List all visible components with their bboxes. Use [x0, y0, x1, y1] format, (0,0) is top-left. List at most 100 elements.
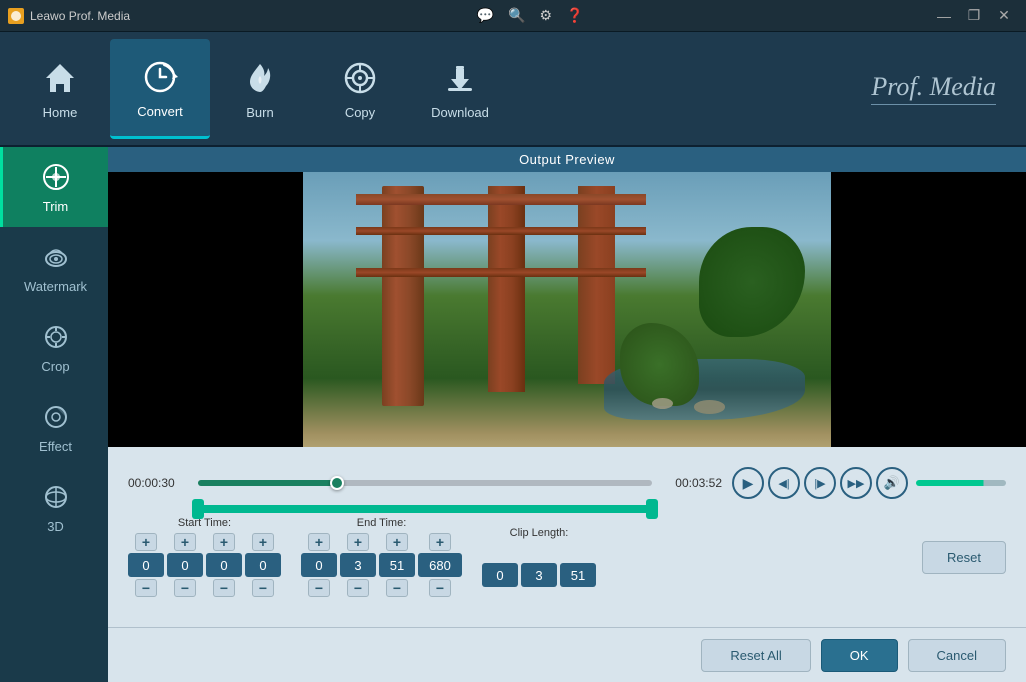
beam-low [356, 268, 646, 276]
start-dec-0[interactable]: − [135, 579, 157, 597]
timeline-progress [198, 480, 334, 486]
end-inc-0[interactable]: + [308, 533, 330, 551]
start-dec-2[interactable]: − [213, 579, 235, 597]
end-dec-2[interactable]: − [386, 579, 408, 597]
cancel-button[interactable]: Cancel [908, 639, 1006, 672]
sidebar-item-3d[interactable]: 3D [0, 467, 108, 547]
home-icon [39, 57, 81, 99]
sidebar-trim-label: Trim [43, 199, 69, 214]
sidebar-item-watermark[interactable]: Watermark [0, 227, 108, 307]
end-dec-3[interactable]: − [429, 579, 451, 597]
start-field-1: + − [167, 533, 203, 597]
end-time-label: End Time: [357, 517, 407, 529]
end-inc-1[interactable]: + [347, 533, 369, 551]
sidebar-crop-label: Crop [41, 359, 69, 374]
start-inc-1[interactable]: + [174, 533, 196, 551]
start-time-group: Start Time: + − + − + [128, 517, 281, 597]
title-bar-icons: 💬 🔍 ⚙ ❓ [477, 7, 584, 24]
effect-icon [40, 401, 72, 433]
reset-button[interactable]: Reset [922, 541, 1006, 574]
end-field-3: + − [418, 533, 462, 597]
toolbar-burn[interactable]: Burn [210, 39, 310, 139]
start-inc-3[interactable]: + [252, 533, 274, 551]
end-input-3[interactable] [418, 553, 462, 577]
toolbar-download[interactable]: Download [410, 39, 510, 139]
end-inc-2[interactable]: + [386, 533, 408, 551]
clip-input-0[interactable] [482, 563, 518, 587]
clip-input-2[interactable] [560, 563, 596, 587]
timeline-thumb[interactable] [330, 476, 344, 490]
sidebar: Trim Watermark [0, 147, 108, 682]
sidebar-item-trim[interactable]: Trim [0, 147, 108, 227]
help-icon[interactable]: ❓ [566, 7, 583, 24]
toolbar-home[interactable]: Home [10, 39, 110, 139]
next-frame-button[interactable]: ▶▶ [840, 467, 872, 499]
black-bar-left [108, 172, 303, 447]
start-time-label: Start Time: [178, 517, 231, 529]
app-title: Leawo Prof. Media [30, 9, 130, 23]
end-time-group: End Time: + − + − + [301, 517, 462, 597]
end-inc-3[interactable]: + [429, 533, 451, 551]
end-dec-1[interactable]: − [347, 579, 369, 597]
start-frame-button[interactable]: ◀| [768, 467, 800, 499]
timeline-row: 00:00:30 00:03:52 ▶ [128, 457, 1006, 509]
ok-button[interactable]: OK [821, 639, 898, 672]
clip-length-group: Clip Length: [482, 527, 596, 587]
search-icon[interactable]: 🔍 [508, 7, 525, 24]
reset-all-button[interactable]: Reset All [701, 639, 810, 672]
convert-icon [139, 56, 181, 98]
start-inc-0[interactable]: + [135, 533, 157, 551]
end-time-fields: + − + − + − [301, 533, 462, 597]
copy-icon [339, 57, 381, 99]
burn-icon [239, 57, 281, 99]
end-input-0[interactable] [301, 553, 337, 577]
video-content [303, 172, 831, 447]
end-field-0: + − [301, 533, 337, 597]
timeline-bg [198, 480, 652, 486]
brand-logo: Prof. Media [871, 72, 1016, 105]
start-input-1[interactable] [167, 553, 203, 577]
volume-button[interactable]: 🔊 [876, 467, 908, 499]
settings-icon[interactable]: ⚙ [539, 7, 552, 24]
app-icon [8, 8, 24, 24]
start-dec-3[interactable]: − [252, 579, 274, 597]
gate-post-3 [578, 186, 615, 384]
end-input-1[interactable] [340, 553, 376, 577]
end-dec-0[interactable]: − [308, 579, 330, 597]
trim-range [198, 505, 652, 513]
trim-handle-right[interactable] [646, 499, 658, 519]
trim-bar[interactable] [198, 505, 652, 513]
sidebar-item-crop[interactable]: Crop [0, 307, 108, 387]
start-input-2[interactable] [206, 553, 242, 577]
title-bar-controls: — ❐ ✕ [930, 5, 1018, 27]
start-input-3[interactable] [245, 553, 281, 577]
black-bar-right [831, 172, 1026, 447]
start-field-3: + − [245, 533, 281, 597]
timeline-track[interactable] [198, 463, 652, 503]
start-field-0: + − [128, 533, 164, 597]
toolbar-copy[interactable]: Copy [310, 39, 410, 139]
gate-post-2 [488, 186, 525, 392]
start-inc-2[interactable]: + [213, 533, 235, 551]
gate-post-1 [382, 186, 424, 406]
minimize-button[interactable]: — [930, 5, 958, 27]
close-button[interactable]: ✕ [990, 5, 1018, 27]
video-bg [108, 172, 1026, 447]
sidebar-item-effect[interactable]: Effect [0, 387, 108, 467]
end-input-2[interactable] [379, 553, 415, 577]
trim-handle-left[interactable] [192, 499, 204, 519]
chat-icon[interactable]: 💬 [477, 7, 494, 24]
end-frame-button[interactable]: |▶ [804, 467, 836, 499]
start-dec-1[interactable]: − [174, 579, 196, 597]
bottom-bar: Reset All OK Cancel [108, 627, 1026, 682]
play-button[interactable]: ▶ [732, 467, 764, 499]
start-input-0[interactable] [128, 553, 164, 577]
trim-icon [40, 161, 72, 193]
toolbar-convert[interactable]: Convert [110, 39, 210, 139]
clip-input-1[interactable] [521, 563, 557, 587]
toolbar-copy-label: Copy [345, 105, 375, 120]
end-field-2: + − [379, 533, 415, 597]
maximize-button[interactable]: ❐ [960, 5, 988, 27]
content-area: Trim Watermark [0, 147, 1026, 682]
volume-slider[interactable] [916, 480, 1006, 486]
